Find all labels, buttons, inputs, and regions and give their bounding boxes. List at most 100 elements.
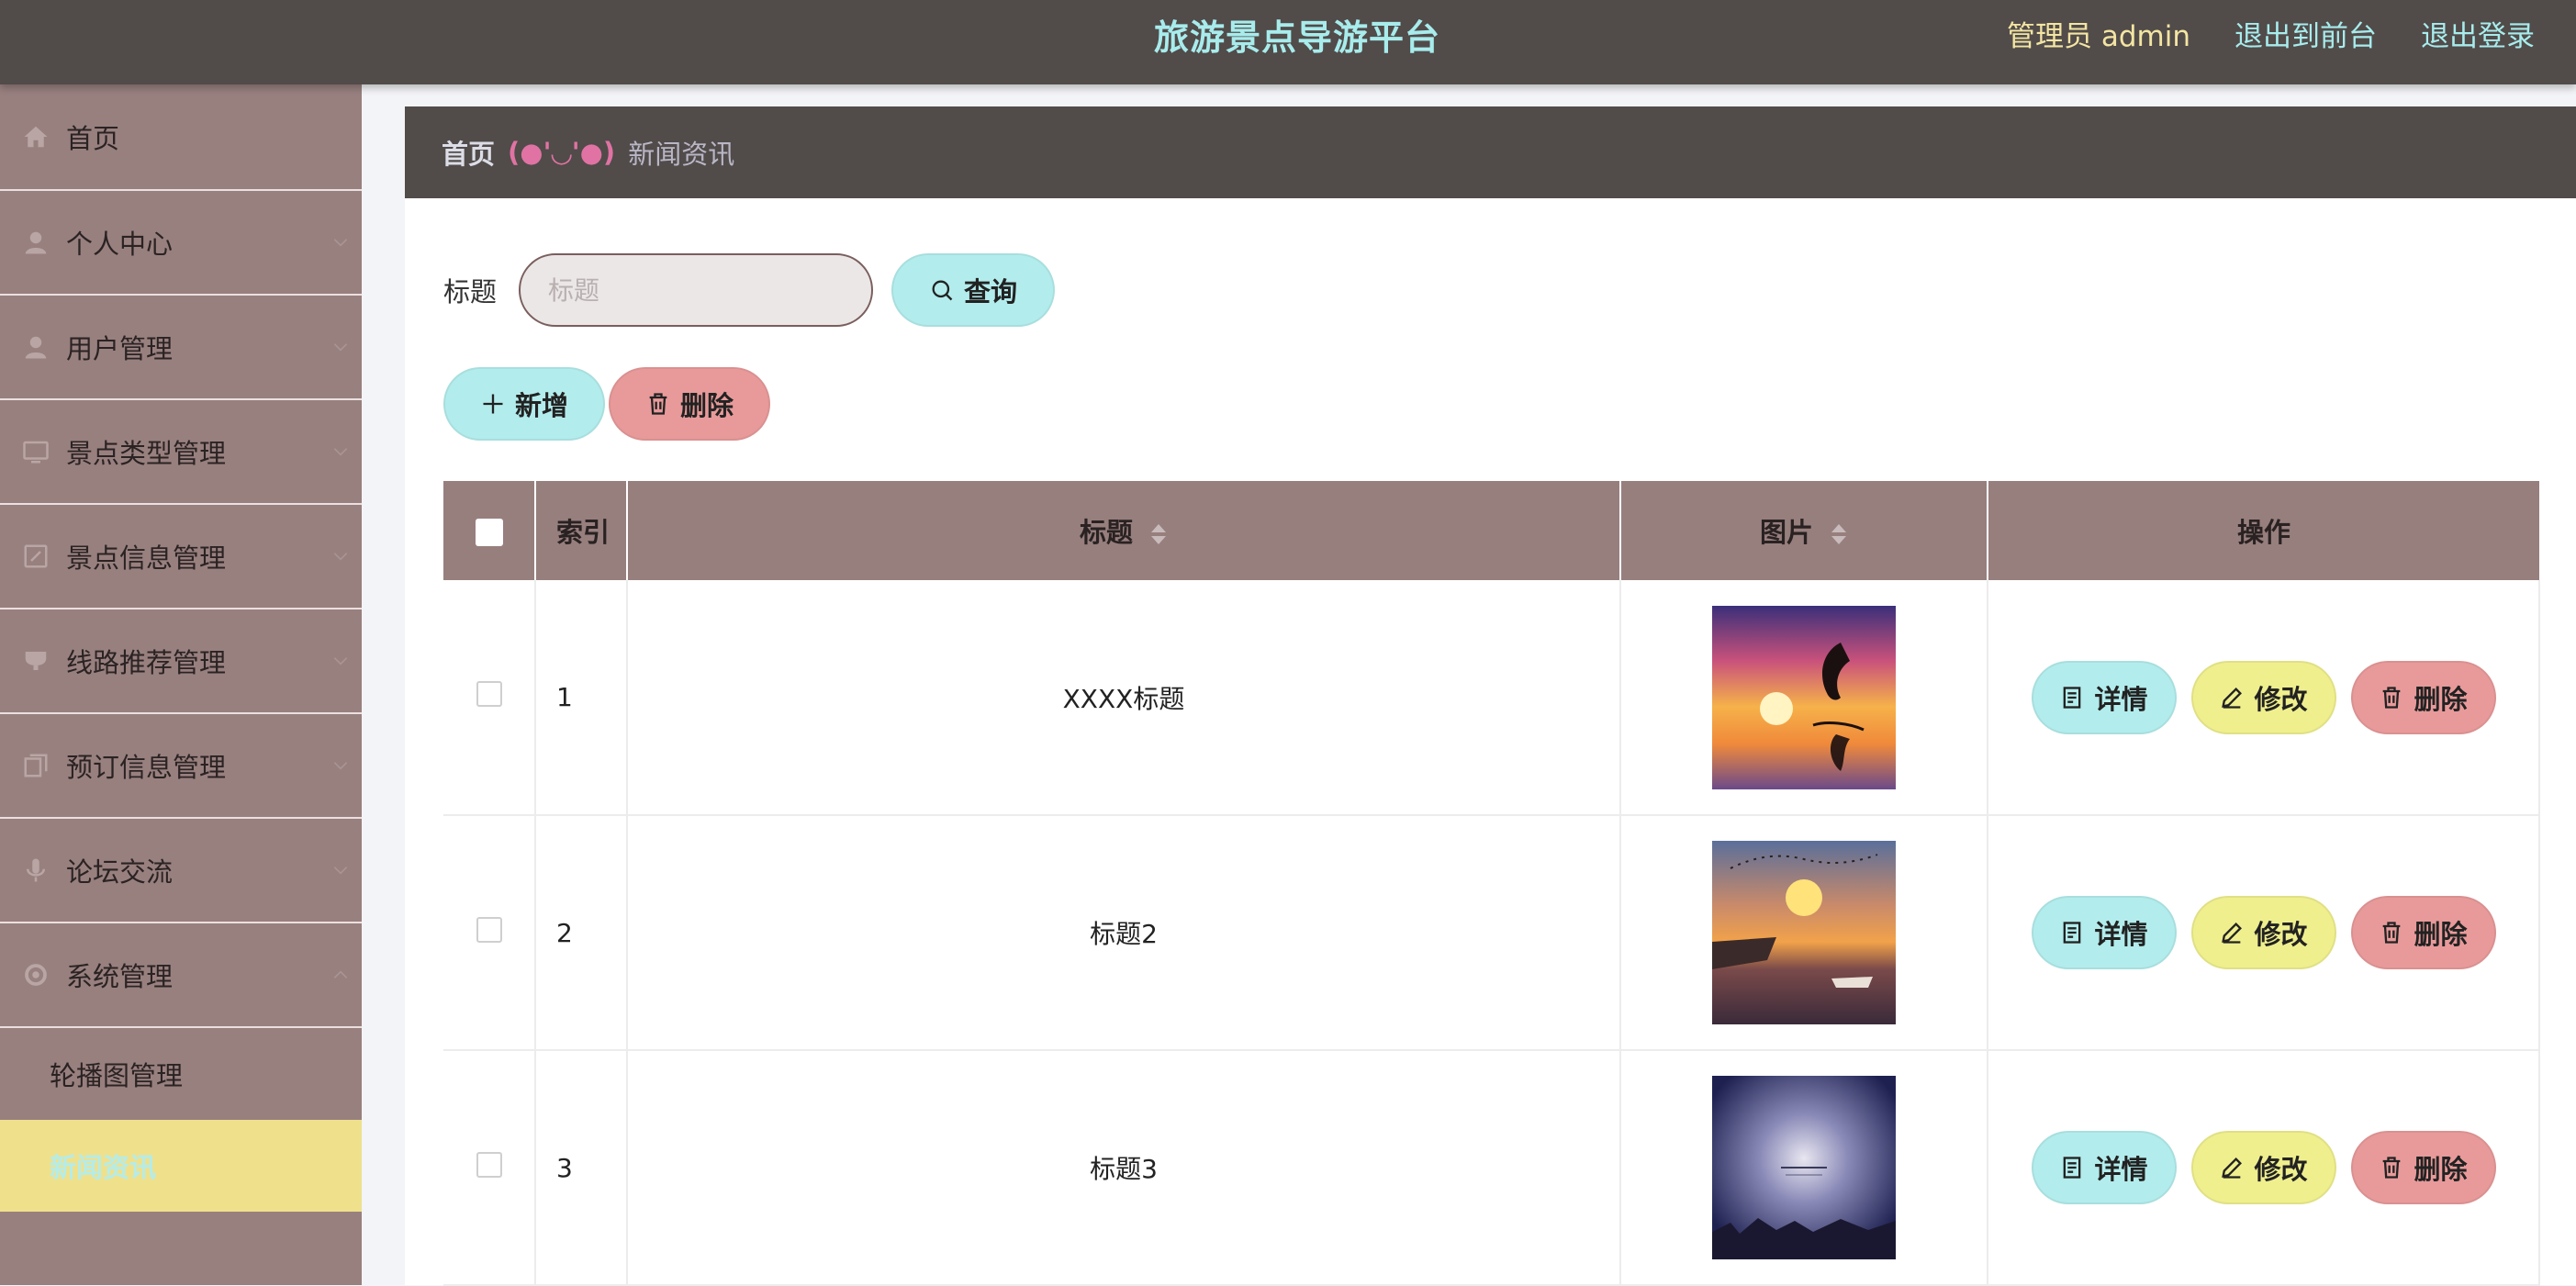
bulk-delete-button[interactable]: 删除: [609, 367, 770, 441]
bulk-delete-button-label: 删除: [679, 390, 734, 421]
sidebar-item-label: 线路推荐管理: [66, 647, 227, 678]
logout-link[interactable]: 退出登录: [2421, 13, 2535, 54]
breadcrumb-current: 新闻资讯: [628, 139, 735, 170]
sidebar-subitem-news[interactable]: 新闻资讯: [0, 1120, 362, 1212]
delete-button-label: 删除: [2414, 683, 2468, 715]
add-button-label: 新增: [514, 390, 568, 421]
copy-icon: [22, 752, 50, 779]
plus-icon: [483, 394, 503, 414]
sidebar-item-forum[interactable]: 论坛交流: [0, 819, 362, 923]
main-panel: 标题 查询 新增 删除 索引: [405, 198, 2576, 1286]
document-icon: [2064, 1157, 2081, 1179]
row-index: 1: [535, 580, 628, 816]
detail-button[interactable]: 详情: [2031, 896, 2177, 969]
row-select-cell: [443, 815, 536, 1051]
edit-icon: [22, 542, 50, 570]
search-button-label: 查询: [964, 276, 1018, 308]
action-row: 新增 删除: [443, 367, 770, 441]
chevron-down-icon: [333, 867, 348, 875]
monitor-icon: [22, 438, 50, 465]
edit-button-label: 修改: [2254, 1154, 2308, 1185]
add-button[interactable]: 新增: [443, 367, 605, 441]
trash-icon: [2383, 686, 2401, 709]
row-actions-cell: 详情 修改 删除: [1988, 580, 2540, 816]
sidebar-item-route[interactable]: 线路推荐管理: [0, 609, 362, 714]
column-header-image[interactable]: 图片: [1620, 481, 1988, 580]
river-sunset-image[interactable]: [1712, 841, 1896, 1024]
sidebar-item-label: 用户管理: [66, 333, 174, 364]
search-input[interactable]: [519, 253, 874, 327]
search-label: 标题: [443, 276, 498, 308]
pencil-icon: [2222, 1157, 2243, 1179]
column-header-image-label: 图片: [1759, 517, 1813, 548]
select-all-cell: [443, 481, 536, 580]
sidebar-item-user-management[interactable]: 用户管理: [0, 296, 362, 400]
sidebar-item-spot-info[interactable]: 景点信息管理: [0, 505, 362, 609]
night-sky-image[interactable]: [1712, 1076, 1896, 1259]
search-button[interactable]: 查询: [891, 253, 1056, 327]
chevron-down-icon: [333, 762, 348, 770]
sidebar-item-home[interactable]: 首页: [0, 84, 362, 191]
edit-button-label: 修改: [2254, 683, 2308, 715]
cup-icon: [22, 647, 50, 675]
news-table: 索引 标题 图片 操作 1 XXXX标题 详情 修改 删除 2 标题2 详情 修…: [443, 481, 2540, 1286]
trash-icon: [649, 393, 667, 415]
row-actions: 详情 修改 删除: [1989, 1052, 2537, 1283]
edit-button[interactable]: 修改: [2190, 896, 2336, 969]
detail-button-label: 详情: [2094, 1154, 2148, 1185]
chevron-down-icon: [333, 239, 348, 247]
column-header-title[interactable]: 标题: [627, 481, 1621, 580]
row-checkbox[interactable]: [476, 681, 502, 707]
settings-icon: [22, 961, 50, 989]
row-actions-cell: 详情 修改 删除: [1988, 1050, 2540, 1286]
column-header-actions: 操作: [1988, 481, 2539, 580]
sort-icon[interactable]: [1830, 522, 1848, 546]
sidebar-item-label: 个人中心: [66, 229, 174, 260]
detail-button-label: 详情: [2094, 919, 2148, 950]
delete-button[interactable]: 删除: [2350, 1131, 2496, 1204]
table-header-row: 索引 标题 图片 操作: [443, 481, 2539, 580]
top-header: 旅游景点导游平台 管理员 admin 退出到前台 退出登录: [0, 0, 2576, 84]
sidebar-item-system[interactable]: 系统管理: [0, 923, 362, 1028]
column-header-index: 索引: [535, 481, 628, 580]
row-index: 2: [535, 815, 628, 1051]
chevron-down-icon: [333, 553, 348, 561]
delete-button-label: 删除: [2414, 919, 2468, 950]
row-checkbox[interactable]: [476, 916, 502, 943]
chevron-down-icon: [333, 448, 348, 456]
back-to-frontend-link[interactable]: 退出到前台: [2234, 13, 2377, 54]
trash-icon: [2383, 922, 2401, 944]
detail-button[interactable]: 详情: [2031, 660, 2177, 734]
table-row: 3 标题3 详情 修改 删除: [443, 1050, 2540, 1286]
select-all-checkbox[interactable]: [475, 519, 503, 546]
delete-button[interactable]: 删除: [2350, 896, 2496, 969]
row-title: 标题2: [627, 815, 1621, 1051]
home-icon: [22, 123, 50, 151]
sidebar-item-personal-center[interactable]: 个人中心: [0, 191, 362, 296]
sort-icon[interactable]: [1149, 522, 1168, 546]
sidebar-item-label: 预订信息管理: [66, 752, 227, 783]
pencil-icon: [2222, 687, 2243, 709]
delete-button[interactable]: 删除: [2350, 660, 2496, 734]
table-row: 1 XXXX标题 详情 修改 删除: [443, 580, 2540, 816]
sidebar-item-label: 论坛交流: [66, 856, 174, 888]
dolphin-sunset-image[interactable]: [1712, 605, 1896, 789]
document-icon: [2064, 922, 2081, 944]
sidebar-item-spot-type[interactable]: 景点类型管理: [0, 400, 362, 505]
row-index: 3: [535, 1050, 628, 1286]
sidebar-item-booking[interactable]: 预订信息管理: [0, 714, 362, 819]
row-image-cell: [1620, 815, 1988, 1051]
sidebar-item-label: 景点类型管理: [66, 438, 227, 469]
detail-button[interactable]: 详情: [2031, 1131, 2177, 1204]
user-icon: [22, 333, 50, 361]
row-checkbox[interactable]: [476, 1151, 502, 1178]
chevron-down-icon: [333, 343, 348, 352]
edit-button[interactable]: 修改: [2190, 660, 2336, 734]
edit-button[interactable]: 修改: [2190, 1131, 2336, 1204]
header-actions: 管理员 admin 退出到前台 退出登录: [2007, 13, 2535, 54]
sidebar-subitem-carousel[interactable]: 轮播图管理: [0, 1028, 362, 1120]
row-title: 标题3: [627, 1050, 1621, 1286]
row-title: XXXX标题: [627, 580, 1621, 816]
breadcrumb-home[interactable]: 首页: [442, 133, 495, 172]
row-select-cell: [443, 580, 536, 816]
